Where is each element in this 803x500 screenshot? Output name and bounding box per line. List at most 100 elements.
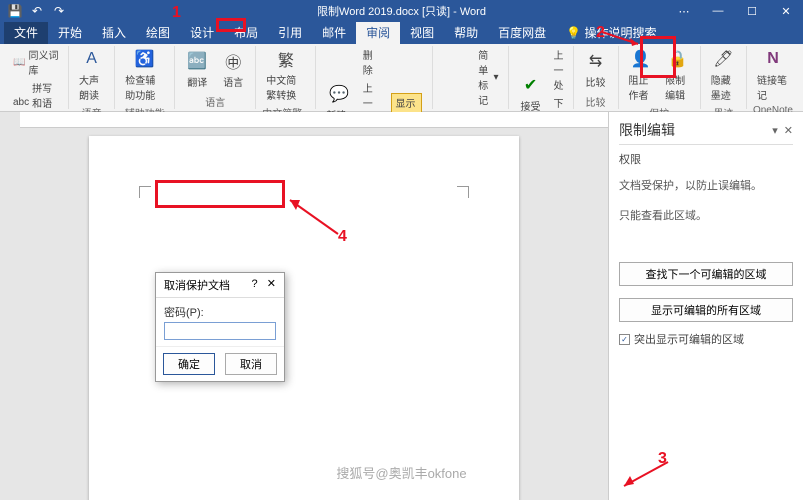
checkbox-label: 突出显示可编辑的区域 (634, 331, 744, 347)
read-aloud-button[interactable]: A大声朗读 (75, 46, 108, 104)
dialog-close-button[interactable]: ✕ (267, 278, 276, 290)
onenote-icon: N (762, 48, 784, 70)
group-comments: 💬新建批注 删除 上一条 下一条 显示批注 批注 (316, 46, 433, 109)
title-bar: 💾 ↶ ↷ 限制Word 2019.docx [只读] - Word ⋯ — ☐… (0, 0, 803, 22)
group-speech: A大声朗读 语音 (69, 46, 115, 109)
group-chinese: 繁中文简繁转换 中文简繁转换 (256, 46, 316, 109)
workspace: 取消保护文档 ? ✕ 密码(P): 确定 取消 限制编辑 ▾ ✕ (0, 112, 803, 500)
page[interactable] (89, 136, 519, 500)
group-language: 🔤翻译 ㊥语言 语言 (175, 46, 256, 109)
check-icon: ✔ (520, 74, 542, 96)
panel-title: 限制编辑 (619, 120, 675, 140)
find-next-region-button[interactable]: 查找下一个可编辑的区域 (619, 262, 793, 286)
tab-baidu[interactable]: 百度网盘 (488, 21, 556, 44)
annotation-number-4: 4 (338, 228, 347, 246)
window-controls: ⋯ — ☐ ✕ (667, 0, 803, 22)
tab-insert[interactable]: 插入 (92, 21, 136, 44)
panel-section-label: 权限 (619, 151, 793, 167)
group-compare: ⇆比较 比较 (574, 46, 619, 109)
panel-dropdown-icon[interactable]: ▾ (772, 124, 778, 137)
ink-icon: 🖊 (712, 48, 734, 70)
accessibility-button[interactable]: ♿检查辅助功能 (121, 46, 168, 104)
ruler-horizontal (20, 112, 608, 128)
onenote-button[interactable]: N链接笔记 (753, 46, 793, 104)
group-onenote: N链接笔记 OneNote (747, 46, 799, 109)
language-button[interactable]: ㊥语言 (217, 48, 249, 91)
tab-help[interactable]: 帮助 (444, 21, 488, 44)
tab-draw[interactable]: 绘图 (136, 21, 180, 44)
panel-text: 文档受保护，以防止误编辑。 (619, 177, 793, 193)
minimize-button[interactable]: — (701, 0, 735, 22)
group-proofing: 📖 同义词库 abc 拼写和语法 📊 字数统计 校对 (4, 46, 69, 109)
ribbon-tabs: 文件 开始 插入 绘图 设计 布局 引用 邮件 审阅 视图 帮助 百度网盘 💡 … (0, 22, 803, 44)
prev-change-button[interactable]: 上一处 (551, 46, 567, 93)
document-area: 取消保护文档 ? ✕ 密码(P): 确定 取消 (0, 112, 608, 500)
compare-button[interactable]: ⇆比较 (580, 48, 612, 91)
thesaurus-button[interactable]: 📖 同义词库 (10, 46, 62, 78)
tab-mailings[interactable]: 邮件 (312, 21, 356, 44)
group-label: 语言 (205, 93, 225, 109)
quick-access-toolbar: 💾 ↶ ↷ (0, 4, 74, 18)
delete-comment-button[interactable]: 删除 (360, 46, 383, 78)
group-changes: ✔接受 上一处 下一处 更改 (509, 46, 574, 109)
group-tracking: ✎修订 简单标记 ▾ 显示标记 ▾ 审阅窗格 ▾ 修订 (433, 46, 508, 109)
tab-file[interactable]: 文件 (4, 21, 48, 44)
panel-close-button[interactable]: ✕ (784, 124, 793, 137)
globe-icon: ㊥ (222, 50, 244, 72)
markup-dropdown[interactable]: 简单标记 ▾ (475, 46, 501, 108)
restrict-editing-panel: 限制编辑 ▾ ✕ 权限 文档受保护，以防止误编辑。 只能查看此区域。 查找下一个… (608, 112, 803, 500)
margin-corner (457, 186, 469, 198)
tab-home[interactable]: 开始 (48, 21, 92, 44)
convert-button[interactable]: 繁中文简繁转换 (262, 46, 309, 104)
annotation-number-3: 3 (658, 450, 667, 468)
unprotect-dialog: 取消保护文档 ? ✕ 密码(P): 确定 取消 (155, 272, 285, 382)
cancel-button[interactable]: 取消 (225, 353, 277, 375)
ok-button[interactable]: 确定 (163, 353, 215, 375)
watermark: 搜狐号@奥凯丰okfone (336, 463, 466, 482)
annotation-number-2: 2 (596, 24, 605, 42)
ribbon: 📖 同义词库 abc 拼写和语法 📊 字数统计 校对 A大声朗读 语音 ♿检查辅… (0, 44, 803, 112)
compare-icon: ⇆ (585, 50, 607, 72)
hide-ink-button[interactable]: 🖊隐藏墨迹 (707, 46, 740, 104)
options-button[interactable]: ⋯ (667, 0, 701, 22)
margin-corner (139, 186, 151, 198)
group-ink: 🖊隐藏墨迹 墨迹 (701, 46, 747, 109)
undo-icon[interactable]: ↶ (30, 4, 44, 18)
group-accessibility: ♿检查辅助功能 辅助功能 (115, 46, 175, 109)
dialog-buttons: 确定 取消 (156, 346, 284, 381)
tab-references[interactable]: 引用 (268, 21, 312, 44)
dialog-body: 密码(P): (156, 298, 284, 346)
tab-review[interactable]: 审阅 (356, 21, 400, 44)
accessibility-icon: ♿ (134, 48, 156, 70)
show-all-regions-button[interactable]: 显示可编辑的所有区域 (619, 298, 793, 322)
save-icon[interactable]: 💾 (8, 4, 22, 18)
dialog-help-button[interactable]: ? (251, 278, 257, 290)
block-authors-button[interactable]: 👤阻止作者 (625, 46, 658, 104)
convert-icon: 繁 (275, 48, 297, 70)
group-label: 比较 (586, 93, 606, 109)
person-icon: 👤 (630, 48, 652, 70)
accept-button[interactable]: ✔接受 (515, 72, 547, 115)
dialog-title: 取消保护文档 (164, 277, 230, 293)
password-label: 密码(P): (164, 304, 276, 320)
restrict-editing-button[interactable]: 🔒限制编辑 (661, 46, 694, 104)
maximize-button[interactable]: ☐ (735, 0, 769, 22)
group-protect: 👤阻止作者 🔒限制编辑 保护 (619, 46, 701, 109)
tab-layout[interactable]: 布局 (224, 21, 268, 44)
window-title: 限制Word 2019.docx [只读] - Word (317, 3, 486, 19)
annotation-number-1: 1 (172, 4, 181, 22)
panel-header: 限制编辑 ▾ ✕ (619, 120, 793, 145)
close-button[interactable]: ✕ (769, 0, 803, 22)
translate-button[interactable]: 🔤翻译 (181, 48, 213, 91)
redo-icon[interactable]: ↷ (52, 4, 66, 18)
panel-text: 只能查看此区域。 (619, 207, 793, 223)
password-input[interactable] (164, 322, 276, 340)
dialog-titlebar: 取消保护文档 ? ✕ (156, 273, 284, 298)
lock-icon: 🔒 (666, 48, 688, 70)
checkbox-icon: ✓ (619, 334, 630, 345)
tab-tell-me[interactable]: 💡 操作说明搜索 (556, 21, 666, 44)
tab-design[interactable]: 设计 (180, 21, 224, 44)
tab-view[interactable]: 视图 (400, 21, 444, 44)
readaloud-icon: A (81, 48, 103, 70)
highlight-regions-checkbox[interactable]: ✓ 突出显示可编辑的区域 (619, 331, 793, 347)
